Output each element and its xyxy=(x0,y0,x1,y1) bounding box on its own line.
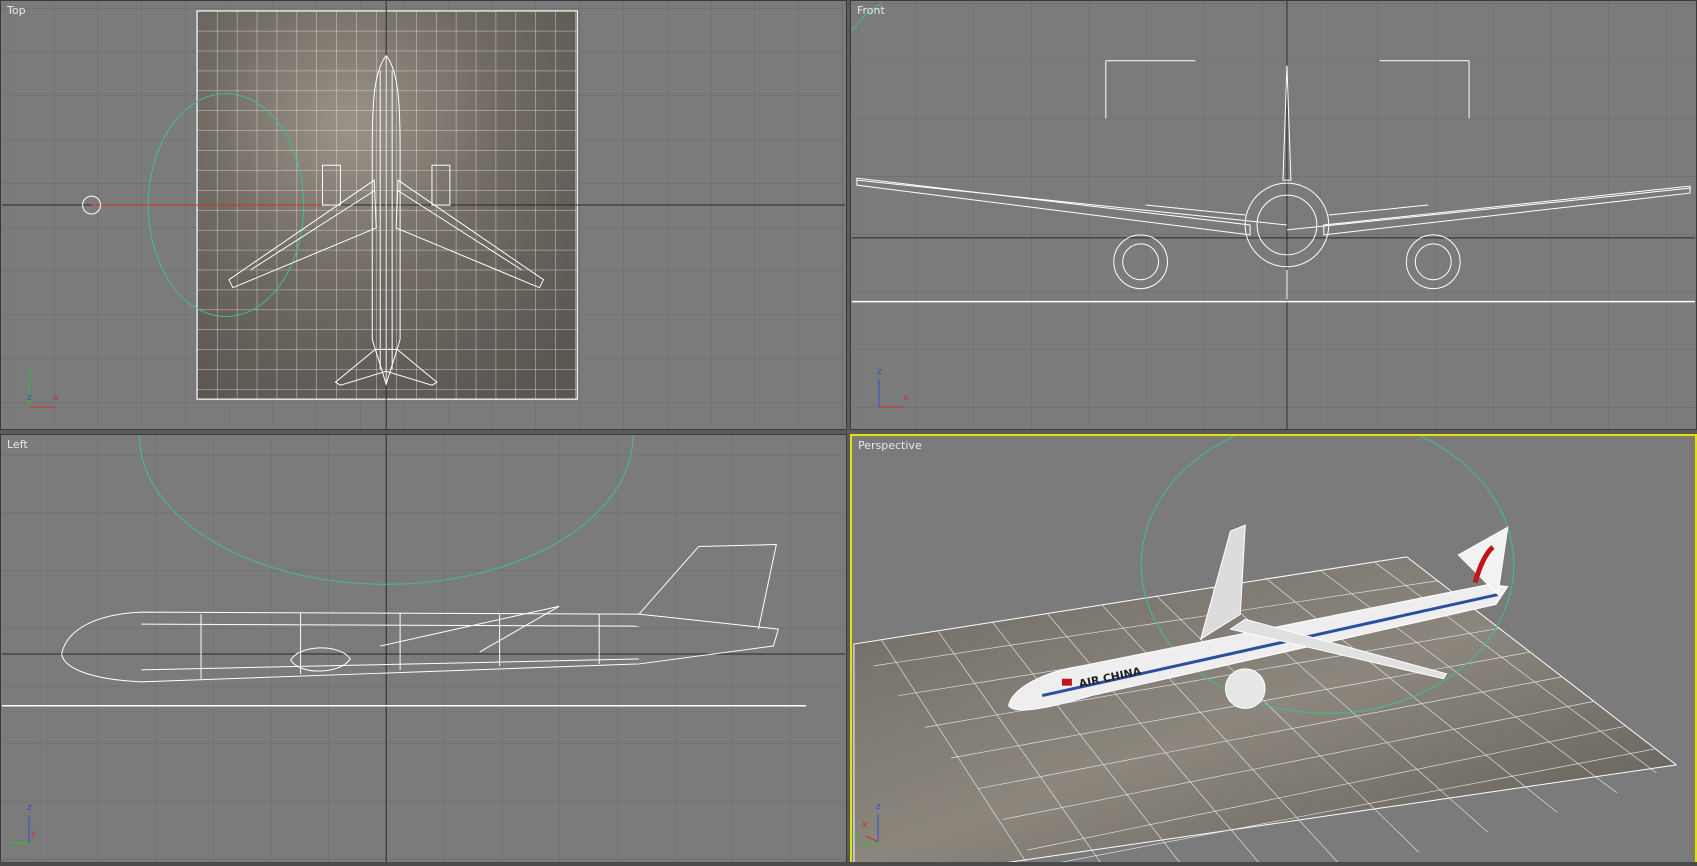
top-view-canvas[interactable] xyxy=(1,1,846,429)
viewport-label-front[interactable]: Front xyxy=(857,4,885,17)
axis-tripod-front: z x xyxy=(871,367,921,415)
viewport-label-left[interactable]: Left xyxy=(7,438,28,451)
axis-tripod-top: y z x xyxy=(21,367,71,415)
viewport-label-perspective[interactable]: Perspective xyxy=(858,439,922,452)
axis-label-x: x xyxy=(862,820,868,830)
axis-label-x: x xyxy=(53,393,59,403)
axis-label-z: z xyxy=(27,393,32,403)
status-bar xyxy=(0,862,1697,866)
axis-tripod-perspective: z y x xyxy=(854,802,904,850)
left-view-canvas[interactable] xyxy=(1,435,846,865)
axis-tripod-front-svg xyxy=(878,379,905,408)
axis-label-y: y xyxy=(854,832,860,842)
axis-tripod-left: z y xyxy=(5,803,55,851)
axis-label-x: x xyxy=(903,393,909,403)
axis-label-z: z xyxy=(876,802,881,812)
viewport-perspective[interactable]: Perspective AIR CHINA z y x xyxy=(850,434,1697,866)
viewport-front[interactable]: Front z x xyxy=(850,0,1697,430)
viewport-left[interactable]: Left z y xyxy=(0,434,847,866)
axis-label-y: y xyxy=(31,829,37,839)
front-view-canvas[interactable] xyxy=(851,1,1696,429)
axis-tripod-left-svg xyxy=(9,815,30,844)
axis-label-z: z xyxy=(877,367,882,377)
perspective-view-canvas[interactable]: AIR CHINA xyxy=(852,436,1695,864)
viewport-top[interactable]: Top y z x xyxy=(0,0,847,430)
viewport-label-top[interactable]: Top xyxy=(7,4,26,17)
axis-label-y: y xyxy=(27,367,33,377)
axis-label-z: z xyxy=(27,803,32,813)
